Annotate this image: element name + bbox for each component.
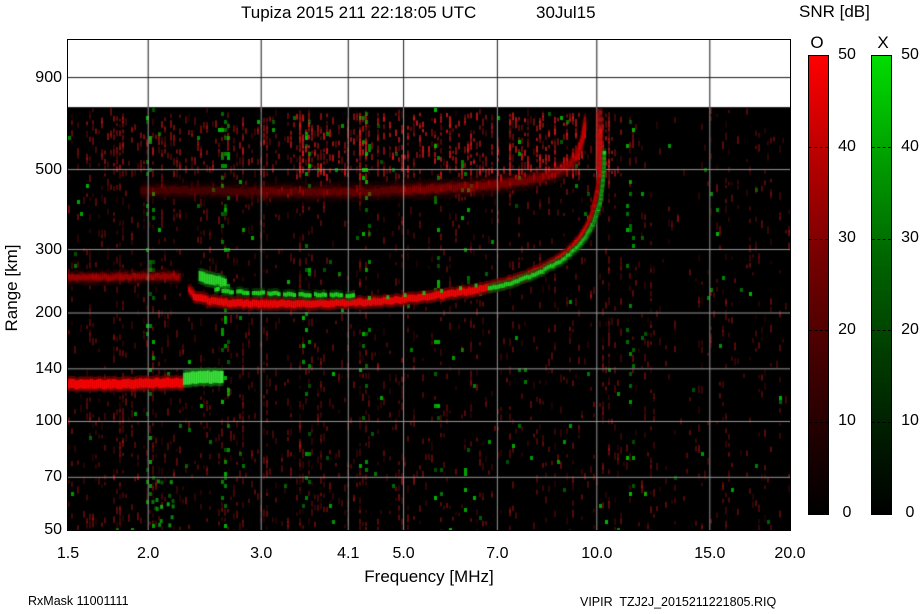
y-tick-label: 140 (35, 359, 62, 377)
ionogram-plot (68, 40, 790, 530)
colorbar-tick-label: 10 (901, 412, 919, 430)
colorbar-tick-label: 30 (901, 229, 919, 247)
plot-frame (67, 39, 791, 531)
x-axis-title: Frequency [MHz] (364, 567, 494, 586)
x-tick-label: 10.0 (581, 545, 613, 562)
x-colorbar-label: X (877, 33, 889, 52)
colorbar-tick-mark (809, 421, 828, 423)
x-tick-label: 15.0 (694, 545, 726, 562)
x-tick-label: 7.0 (486, 545, 509, 562)
colorbar-tick-label: 0 (842, 504, 852, 521)
plot-title: Tupiza 2015 211 22:18:05 UTC (241, 3, 477, 22)
x-colorbar (871, 55, 892, 515)
colorbar-tick-label: 20 (838, 320, 856, 338)
colorbar-tick-mark (872, 147, 891, 149)
colorbar-tick-label: 20 (901, 320, 919, 338)
colorbar-tick-label: 50 (901, 46, 919, 63)
colorbar-tick-mark (809, 238, 828, 240)
filename-label: VIPIR TZJ2J_2015211221805.RIQ (580, 595, 777, 609)
colorbar-tick-mark (872, 238, 891, 240)
rxmask-label: RxMask 11001111 (28, 594, 129, 608)
y-axis-title: Range [km] (2, 244, 21, 332)
colorbar-tick-mark (809, 330, 828, 332)
colorbar-tick-label: 0 (905, 504, 915, 521)
x-tick-label: 5.0 (392, 545, 415, 562)
y-tick-label: 100 (35, 412, 62, 430)
x-tick-label: 20.0 (774, 545, 806, 562)
ionogram-viewer: Tupiza 2015 211 22:18:05 UTC 30Jul15 SNR… (0, 0, 922, 614)
o-colorbar-label: O (810, 33, 824, 52)
y-tick-label: 70 (44, 468, 62, 486)
o-colorbar (808, 55, 829, 515)
y-tick-label: 500 (35, 160, 62, 178)
x-tick-label: 2.0 (137, 545, 160, 562)
colorbar-tick-mark (872, 421, 891, 423)
colorbar-tick-label: 40 (901, 137, 919, 155)
x-tick-label: 4.1 (337, 545, 360, 562)
colorbar-tick-mark (872, 330, 891, 332)
colorbar-tick-label: 40 (838, 137, 856, 155)
x-tick-label: 3.0 (250, 545, 273, 562)
y-tick-label: 900 (35, 68, 62, 86)
colorbar-tick-label: 50 (838, 46, 856, 63)
x-tick-label: 1.5 (56, 545, 80, 562)
y-tick-label: 50 (44, 521, 62, 538)
snr-colorbar-title: SNR [dB] (799, 2, 870, 21)
colorbar-tick-mark (809, 147, 828, 149)
colorbar-tick-label: 30 (838, 229, 856, 247)
colorbar-tick-label: 10 (838, 412, 856, 430)
plot-date: 30Jul15 (536, 3, 596, 22)
